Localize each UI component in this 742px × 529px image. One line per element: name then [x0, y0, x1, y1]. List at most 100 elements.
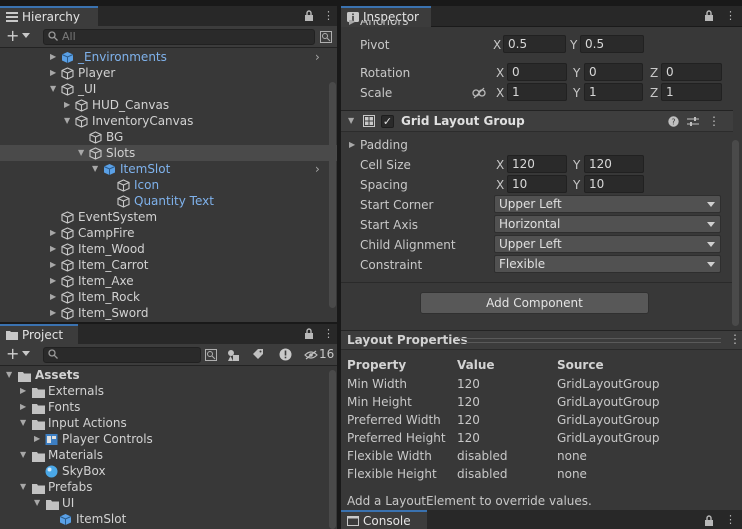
hierarchy-row[interactable]: ▶ Item_Sword	[0, 305, 337, 321]
tab-console[interactable]: Console	[341, 510, 427, 529]
padding-expand-arrow-icon[interactable]: ▶	[349, 141, 357, 149]
kebab-menu-icon[interactable]: ⋮	[725, 513, 736, 527]
hierarchy-row[interactable]: BG	[0, 129, 337, 145]
hierarchy-row[interactable]: ▼ InventoryCanvas	[0, 113, 337, 129]
preset-sliders-icon[interactable]	[687, 116, 699, 127]
start-axis-dropdown[interactable]: Horizontal	[494, 215, 721, 233]
project-row[interactable]: ▶ Externals	[0, 383, 337, 399]
collapse-arrow-icon[interactable]: ▼	[78, 149, 86, 157]
project-row[interactable]: SkyBox	[0, 463, 337, 479]
lock-icon[interactable]	[704, 514, 714, 528]
filter-by-label-icon[interactable]	[252, 349, 264, 361]
hierarchy-row[interactable]: ▼ _UI	[0, 81, 337, 97]
kebab-menu-icon[interactable]: ⋮	[323, 9, 334, 23]
expand-arrow-icon[interactable]: ▶	[50, 293, 58, 301]
expand-arrow-icon[interactable]: ▶	[50, 277, 58, 285]
scale-y-field[interactable]: 1	[584, 83, 643, 101]
pivot-y-field[interactable]: 0.5	[580, 35, 644, 53]
expand-arrow-icon[interactable]: ▶	[34, 435, 42, 443]
project-row[interactable]: ▶ Player Controls	[0, 431, 337, 447]
hierarchy-row[interactable]: ▶ HUD_Canvas	[0, 97, 337, 113]
filter-by-type-icon[interactable]	[227, 349, 240, 361]
add-component-button[interactable]: Add Component	[420, 292, 649, 314]
rotation-x-field[interactable]: 0	[507, 63, 567, 81]
collapse-arrow-icon[interactable]: ▼	[64, 117, 72, 125]
collapse-arrow-icon[interactable]: ▼	[6, 371, 14, 379]
project-search-input[interactable]	[43, 347, 201, 363]
help-icon[interactable]: ?	[668, 116, 679, 127]
collapse-arrow-icon[interactable]: ▼	[348, 117, 356, 125]
drag-handle-lines[interactable]	[458, 338, 721, 343]
spacing-x-field[interactable]: 10	[507, 175, 567, 193]
hierarchy-row[interactable]: ▶ Item_Rock	[0, 289, 337, 305]
project-row[interactable]: ItemSlot	[0, 511, 337, 527]
rotation-z-field[interactable]: 0	[661, 63, 722, 81]
hierarchy-row[interactable]: ▼ ItemSlot ›	[0, 161, 337, 177]
layout-properties-kebab-icon[interactable]: ⋮	[729, 332, 741, 346]
expand-arrow-icon[interactable]: ▶	[50, 309, 58, 317]
scale-x-field[interactable]: 1	[507, 83, 567, 101]
spacing-y-field[interactable]: 10	[584, 175, 644, 193]
collapse-arrow-icon[interactable]: ▼	[92, 165, 100, 173]
hierarchy-row[interactable]: ▶ Item_Wood	[0, 241, 337, 257]
project-row[interactable]: ▼ Assets	[0, 367, 337, 383]
rotation-y-field[interactable]: 0	[584, 63, 643, 81]
scale-z-field[interactable]: 1	[661, 83, 722, 101]
chevron-down-icon[interactable]	[22, 351, 30, 356]
chevron-right-icon[interactable]: ›	[315, 161, 320, 177]
pivot-x-field[interactable]: 0.5	[503, 35, 566, 53]
layout-properties-header[interactable]: Layout Properties ⋮	[341, 330, 742, 350]
start-corner-dropdown[interactable]: Upper Left	[494, 195, 721, 213]
project-scrollbar[interactable]	[329, 370, 336, 529]
tab-project[interactable]: Project	[0, 324, 78, 345]
project-row[interactable]: ▶ Fonts	[0, 399, 337, 415]
padding-label[interactable]: Padding	[360, 138, 408, 152]
expand-arrow-icon[interactable]: ▶	[64, 101, 72, 109]
collapse-arrow-icon[interactable]: ▼	[20, 451, 28, 459]
add-plus-icon[interactable]: +	[6, 345, 19, 363]
expand-arrow-icon[interactable]: ▶	[50, 53, 58, 61]
cell-size-x-field[interactable]: 120	[507, 155, 567, 173]
expand-arrow-icon[interactable]: ▶	[50, 261, 58, 269]
hierarchy-row[interactable]: ▶ CampFire	[0, 225, 337, 241]
component-enabled-checkbox[interactable]: ✓	[381, 115, 394, 128]
hierarchy-row[interactable]: EventSystem	[0, 209, 337, 225]
collapse-arrow-icon[interactable]: ▼	[20, 483, 28, 491]
component-kebab-icon[interactable]: ⋮	[708, 114, 720, 128]
project-row[interactable]: ▼ Prefabs	[0, 479, 337, 495]
hierarchy-row[interactable]: ▶ Player	[0, 65, 337, 81]
collapse-arrow-icon[interactable]: ▼	[50, 85, 58, 93]
child-alignment-dropdown[interactable]: Upper Left	[494, 235, 721, 253]
hierarchy-row[interactable]: ▶ Item_Carrot	[0, 257, 337, 273]
hidden-packages-icon[interactable]	[304, 350, 318, 360]
expand-arrow-icon[interactable]: ▶	[50, 245, 58, 253]
grid-layout-group-header[interactable]: ▼ ✓ Grid Layout Group ? ⋮	[341, 110, 733, 132]
expand-arrow-icon[interactable]: ▶	[50, 229, 58, 237]
lock-icon[interactable]	[304, 327, 314, 341]
hierarchy-row[interactable]: ▶ _Environments ›	[0, 49, 337, 65]
expand-arrow-icon[interactable]: ▶	[20, 387, 28, 395]
collapse-arrow-icon[interactable]: ▼	[34, 499, 42, 507]
expand-arrow-icon[interactable]: ▶	[50, 69, 58, 77]
project-row[interactable]: ▼ UI	[0, 495, 337, 511]
collapse-arrow-icon[interactable]: ▼	[20, 419, 28, 427]
tab-hierarchy[interactable]: Hierarchy	[0, 6, 98, 27]
kebab-menu-icon[interactable]: ⋮	[323, 327, 334, 341]
expand-arrow-icon[interactable]: ▶	[20, 403, 28, 411]
chevron-right-icon[interactable]: ›	[315, 49, 320, 65]
lock-icon[interactable]	[304, 9, 314, 23]
anchors-foldout[interactable]: ▶ Anchors	[341, 20, 733, 30]
hierarchy-row[interactable]: ▶ Item_Axe	[0, 273, 337, 289]
constraint-dropdown[interactable]: Flexible	[494, 255, 721, 273]
hierarchy-row[interactable]: Icon	[0, 177, 337, 193]
project-row[interactable]: ▼ Input Actions	[0, 415, 337, 431]
constrain-proportions-icon[interactable]	[472, 87, 486, 99]
hierarchy-row-selected[interactable]: ▼ Slots	[0, 145, 337, 161]
hierarchy-scrollbar[interactable]	[329, 82, 336, 308]
warning-filter-icon[interactable]	[279, 348, 292, 361]
hierarchy-row[interactable]: Quantity Text	[0, 193, 337, 209]
cell-size-y-field[interactable]: 120	[584, 155, 644, 173]
scene-search-icon[interactable]	[205, 349, 217, 361]
inspector-scrollbar[interactable]	[732, 140, 739, 326]
expand-arrow-icon[interactable]: ▶	[349, 20, 357, 26]
